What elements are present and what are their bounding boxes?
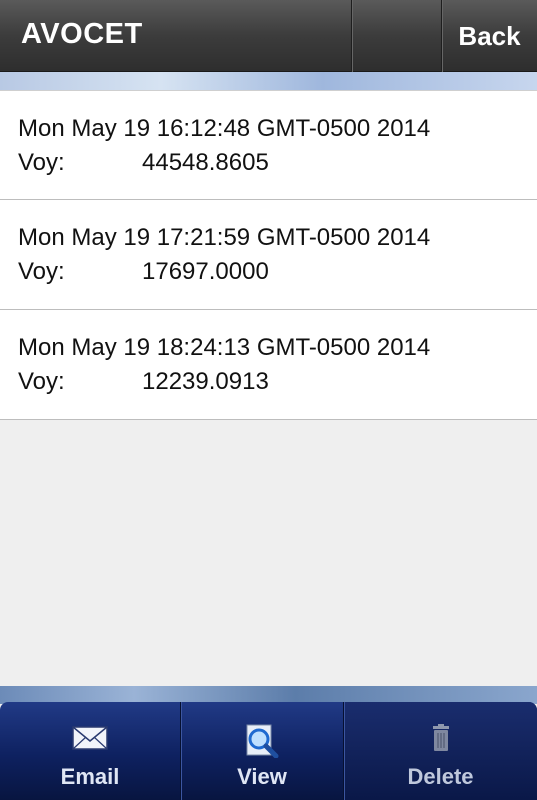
app-title: AVOCET [21,18,143,50]
voy-label: Voy: [18,368,65,395]
entry-date: Mon May 19 18:24:13 GMT-0500 2014 [18,334,431,361]
voy-label: Voy: [18,149,65,176]
voy-value: 44548.8605 [142,149,269,176]
entry-date: Mon May 19 17:21:59 GMT-0500 2014 [18,224,431,251]
voy-value: 17697.0000 [142,258,269,285]
list-item[interactable]: Mon May 19 16:12:48 GMT-0500 2014 Voy: 4… [0,90,537,200]
view-label: View [237,764,287,789]
envelope-icon [72,724,108,758]
header-blank-button[interactable] [351,0,441,72]
delete-label: Delete [407,764,474,789]
email-label: Email [60,764,120,789]
entry-date: Mon May 19 16:12:48 GMT-0500 2014 [18,115,431,142]
back-button[interactable]: Back [441,0,537,72]
email-button[interactable]: Email [0,702,180,800]
view-button[interactable]: View [180,702,343,800]
tab-bar: Email View Delete [0,702,537,800]
voy-label: Voy: [18,258,65,285]
header-bar: AVOCET Back [0,0,537,72]
magnifier-icon [244,724,280,764]
delete-button[interactable]: Delete [343,702,537,800]
voy-value: 12239.0913 [142,368,269,395]
list-item[interactable]: Mon May 19 18:24:13 GMT-0500 2014 Voy: 1… [0,310,537,420]
entry-list: Mon May 19 16:12:48 GMT-0500 2014 Voy: 4… [0,90,537,420]
trash-icon [430,724,452,758]
list-item[interactable]: Mon May 19 17:21:59 GMT-0500 2014 Voy: 1… [0,200,537,310]
ocean-banner-top [0,72,537,90]
